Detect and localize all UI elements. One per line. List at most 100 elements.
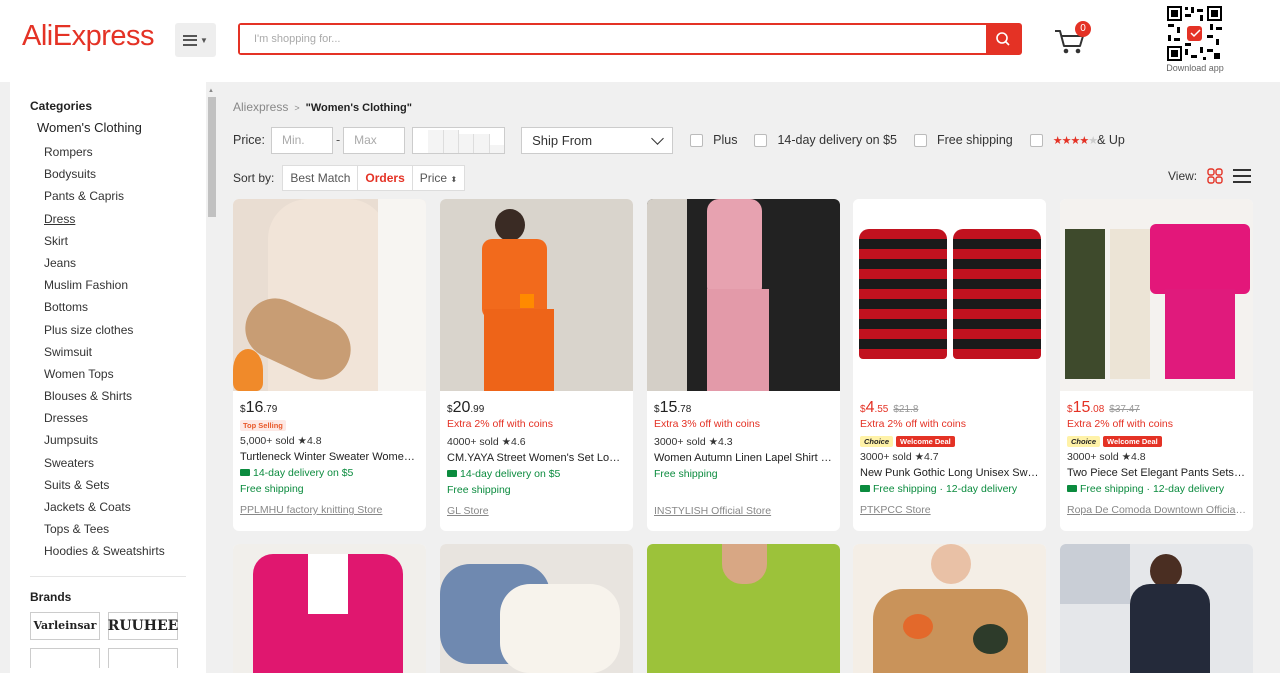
brand-logo-4[interactable] (108, 647, 178, 668)
product-title[interactable]: CM.YAYA Street Women's Set Long Sleeve S… (447, 450, 626, 466)
sidebar-item-rompers[interactable]: Rompers (44, 141, 206, 163)
sidebar-item-bodysuits[interactable]: Bodysuits (44, 163, 206, 185)
sidebar-item-tops-tees[interactable]: Tops & Tees (44, 518, 206, 540)
delivery-checkbox[interactable] (754, 133, 768, 147)
sidebar-item-plus-size[interactable]: Plus size clothes (44, 319, 206, 341)
product-card[interactable]: $16.79 Top Selling 5,000+ sold ★4.8 Turt… (233, 199, 426, 531)
sidebar-item-women-tops[interactable]: Women Tops (44, 363, 206, 385)
sort-orders[interactable]: Orders (358, 166, 413, 190)
sidebar-scroll-thumb[interactable] (208, 97, 216, 217)
badge-row: Choice Welcome Deal (860, 434, 1039, 449)
store-link[interactable]: INSTYLISH Official Store (654, 505, 833, 517)
product-card[interactable] (647, 544, 840, 673)
plus-checkbox[interactable] (690, 133, 704, 147)
star-icon: ★ (708, 436, 719, 448)
product-card[interactable] (1060, 544, 1253, 673)
product-card[interactable]: $15.78 Extra 3% off with coins 3000+ sol… (647, 199, 840, 531)
free-shipping-checkbox[interactable] (913, 133, 927, 147)
product-image[interactable] (440, 199, 633, 391)
plus-filter[interactable]: Plus (690, 133, 737, 147)
scroll-up-arrow-icon[interactable]: ▲ (208, 88, 214, 94)
list-view-icon[interactable] (1233, 168, 1252, 184)
coins-discount: Extra 2% off with coins (447, 418, 554, 430)
sidebar-item-hoodies[interactable]: Hoodies & Sweatshirts (44, 540, 206, 562)
store-link[interactable]: PTKPCC Store (860, 504, 1039, 516)
sidebar-item-jeans[interactable]: Jeans (44, 252, 206, 274)
brand-varleinsar[interactable]: Varleinsar (30, 611, 100, 640)
delivery-filter[interactable]: 14-day delivery on $5 (754, 133, 897, 147)
rating-filter[interactable]: ★★★★★ & Up (1029, 133, 1125, 147)
product-image[interactable] (233, 544, 426, 673)
product-title[interactable]: Two Piece Set Elegant Pants Sets Ice Sil… (1067, 465, 1246, 481)
store-link[interactable]: GL Store (447, 505, 626, 517)
product-card[interactable] (853, 544, 1046, 673)
coins-discount: Extra 2% off with coins (860, 418, 967, 430)
product-image[interactable] (853, 199, 1046, 391)
shipping-info: Free shipping (447, 484, 511, 496)
search-input[interactable] (240, 25, 980, 53)
price-histogram[interactable] (412, 126, 506, 154)
product-card[interactable]: $4.55 $21.8 Extra 2% off with coins Choic… (853, 199, 1046, 531)
top-selling-badge: Top Selling (240, 420, 286, 431)
download-app-label[interactable]: Download app (1158, 63, 1232, 73)
product-card[interactable]: $20.99 Extra 2% off with coins 4000+ sol… (440, 199, 633, 531)
star-icon: ★ (501, 436, 512, 448)
price-max-input[interactable]: Max (343, 126, 406, 154)
sort-price[interactable]: Price ⬍ (413, 166, 464, 190)
sidebar-item-blouses-shirts[interactable]: Blouses & Shirts (44, 385, 206, 407)
star-icon: ★ (297, 435, 307, 447)
sort-best-match[interactable]: Best Match (283, 166, 359, 190)
sidebar-item-suits-sets[interactable]: Suits & Sets (44, 474, 206, 496)
sidebar-item-muslim-fashion[interactable]: Muslim Fashion (44, 274, 206, 296)
sidebar-item-sweaters[interactable]: Sweaters (44, 452, 206, 474)
brand-logo-3[interactable] (30, 647, 100, 668)
product-image[interactable] (1060, 544, 1253, 673)
sidebar-item-swimsuit[interactable]: Swimsuit (44, 341, 206, 363)
product-image[interactable] (647, 544, 840, 673)
sidebar-item-pants-capris[interactable]: Pants & Capris (44, 185, 206, 207)
product-card[interactable]: $15.08 $37.47 Extra 2% off with coins Cho… (1060, 199, 1253, 531)
grid-view-icon[interactable] (1207, 168, 1223, 184)
free-shipping-filter[interactable]: Free shipping (913, 133, 1013, 147)
welcome-deal-badge: Welcome Deal (896, 436, 955, 447)
product-card[interactable] (233, 544, 426, 673)
ship-from-dropdown[interactable]: Ship From (521, 126, 674, 154)
sidebar-item-bottoms[interactable]: Bottoms (44, 296, 206, 318)
sidebar-item-jackets-coats[interactable]: Jackets & Coats (44, 496, 206, 518)
plus-label: Plus (713, 133, 738, 147)
sidebar-item-dresses[interactable]: Dresses (44, 407, 206, 429)
category-menu-button[interactable]: ▼ (175, 23, 216, 57)
product-image[interactable] (1060, 199, 1253, 391)
qr-code-image (1166, 5, 1223, 62)
sidebar-item-dress[interactable]: Dress (44, 208, 206, 230)
product-image[interactable] (440, 544, 633, 673)
product-title[interactable]: Women Autumn Linen Lapel Shirt Suits (654, 450, 833, 466)
store-link[interactable]: Ropa De Comoda Downtown Official Store (1067, 504, 1246, 516)
hamburger-icon (183, 34, 198, 46)
sidebar-item-jumpsuits[interactable]: Jumpsuits (44, 429, 206, 451)
product-title[interactable]: New Punk Gothic Long Unisex Sweater (860, 465, 1039, 481)
star-icon: ★ (1121, 451, 1132, 463)
product-card[interactable] (440, 544, 633, 673)
price-min-input[interactable]: Min. (270, 126, 333, 154)
sidebar-main-category[interactable]: Women's Clothing (37, 120, 206, 139)
rating-checkbox[interactable] (1029, 133, 1043, 147)
truck-icon (860, 484, 870, 492)
product-title[interactable]: Turtleneck Winter Sweater Women Elegant … (240, 449, 419, 465)
sort-label: Sort by: (233, 171, 275, 185)
product-image[interactable] (233, 199, 426, 391)
cart-count-badge: 0 (1075, 21, 1091, 37)
sidebar-item-skirt[interactable]: Skirt (44, 230, 206, 252)
aliexpress-logo[interactable]: AliExpress (22, 20, 155, 53)
breadcrumb-root[interactable]: Aliexpress (233, 100, 288, 114)
search-button[interactable] (986, 25, 1020, 53)
shipping-info: Free shipping · 12-day delivery (860, 481, 1039, 497)
product-image[interactable] (647, 199, 840, 391)
brand-ruuhee[interactable]: RUUHEE (108, 611, 178, 640)
product-price: $15.78 (654, 399, 692, 416)
original-price: $37.47 (1109, 404, 1140, 415)
truck-icon (447, 469, 457, 477)
product-image[interactable] (853, 544, 1046, 673)
store-link[interactable]: PPLMHU factory knitting Store (240, 504, 419, 516)
welcome-deal-badge: Welcome Deal (1103, 436, 1162, 447)
